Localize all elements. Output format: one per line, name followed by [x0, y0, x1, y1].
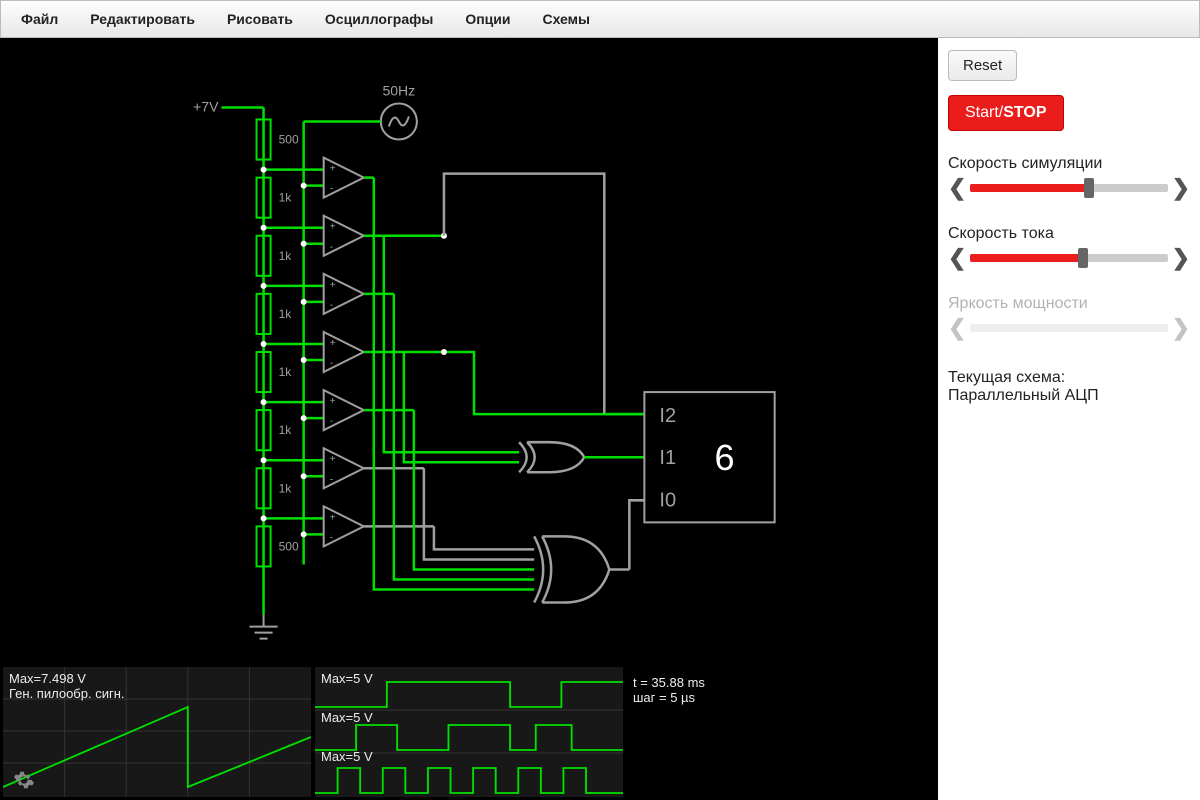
scope-info: t = 35.88 ms шаг = 5 µs — [627, 667, 935, 797]
ground-icon — [250, 615, 278, 639]
gear-icon[interactable] — [13, 769, 35, 791]
decoder-chip: I2 I1 I0 6 — [644, 392, 774, 522]
ac-source-icon — [381, 103, 417, 139]
current-scheme-name: Параллельный АЦП — [948, 387, 1190, 405]
slider-label: Скорость тока — [948, 225, 1190, 243]
menu-circuits[interactable]: Схемы — [529, 5, 604, 33]
start-stop-button[interactable]: Start/STOP — [948, 95, 1064, 131]
menubar: Файл Редактировать Рисовать Осциллографы… — [0, 0, 1200, 38]
svg-text:1k: 1k — [279, 249, 293, 263]
chip-display-value: 6 — [715, 437, 735, 478]
svg-text:500: 500 — [279, 539, 299, 553]
slider-sim-speed: Скорость симуляции ❮ ❯ — [948, 155, 1190, 201]
scope-row: Max=7.498 V Ген. пилообр. сигн. — [3, 667, 935, 797]
scope-left-name: Ген. пилообр. сигн. — [9, 686, 305, 701]
scope-center-label-2: Max=5 V — [321, 749, 617, 764]
voltage-label: +7V — [193, 98, 219, 114]
slider-decrease-icon: ❮ — [948, 315, 966, 341]
slider-label: Скорость симуляции — [948, 155, 1190, 173]
slider-label: Яркость мощности — [948, 295, 1190, 313]
menu-file[interactable]: Файл — [7, 5, 72, 33]
menu-draw[interactable]: Рисовать — [213, 5, 307, 33]
sim-time: t = 35.88 ms — [633, 675, 929, 690]
reset-button[interactable]: Reset — [948, 50, 1017, 81]
menu-scopes[interactable]: Осциллографы — [311, 5, 447, 33]
or-gate-icon — [534, 536, 609, 602]
circuit-svg: + - +7V 50Hz — [3, 41, 935, 667]
slider-current-speed: Скорость тока ❮ ❯ — [948, 225, 1190, 271]
svg-text:I0: I0 — [659, 489, 676, 511]
slider-increase-icon[interactable]: ❯ — [1172, 245, 1190, 271]
svg-text:500: 500 — [279, 133, 299, 147]
menu-options[interactable]: Опции — [451, 5, 524, 33]
svg-text:1k: 1k — [279, 307, 293, 321]
scope-center[interactable]: Max=5 V Max=5 V Max=5 V — [315, 667, 623, 797]
scope-left[interactable]: Max=7.498 V Ген. пилообр. сигн. — [3, 667, 311, 797]
slider-track[interactable] — [970, 254, 1167, 262]
slider-decrease-icon[interactable]: ❮ — [948, 245, 966, 271]
current-scheme-label: Текущая схема: — [948, 369, 1190, 387]
svg-text:1k: 1k — [279, 365, 293, 379]
svg-text:1k: 1k — [279, 481, 293, 495]
slider-increase-icon[interactable]: ❯ — [1172, 175, 1190, 201]
scope-center-label-1: Max=5 V — [321, 710, 617, 725]
routing — [374, 174, 645, 603]
svg-text:I1: I1 — [659, 447, 676, 469]
circuit-canvas[interactable]: + - +7V 50Hz — [3, 41, 935, 667]
slider-track — [970, 324, 1167, 332]
xor-gate-icon — [519, 442, 584, 472]
menu-edit[interactable]: Редактировать — [76, 5, 209, 33]
sidebar: Reset Start/STOP Скорость симуляции ❮ ❯ … — [938, 38, 1200, 800]
slider-decrease-icon[interactable]: ❮ — [948, 175, 966, 201]
svg-text:I2: I2 — [659, 405, 676, 427]
slider-power-brightness: Яркость мощности ❮ ❯ — [948, 295, 1190, 341]
sim-step: шаг = 5 µs — [633, 690, 929, 705]
ladder: 500 1k 1k 1k 1k 1k 1k 500 — [250, 107, 299, 638]
scope-center-label-0: Max=5 V — [321, 671, 617, 686]
freq-label: 50Hz — [382, 82, 415, 98]
svg-text:1k: 1k — [279, 191, 293, 205]
svg-text:1k: 1k — [279, 423, 293, 437]
scope-left-max: Max=7.498 V — [9, 671, 305, 686]
slider-increase-icon: ❯ — [1172, 315, 1190, 341]
slider-track[interactable] — [970, 184, 1167, 192]
